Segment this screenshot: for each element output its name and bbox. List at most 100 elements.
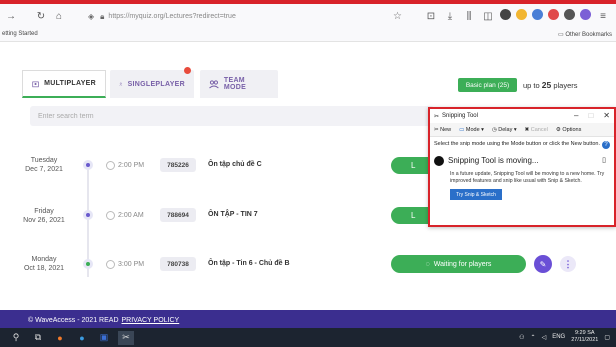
word-icon[interactable]: ▣	[96, 331, 112, 345]
close-icon[interactable]: ✕	[603, 111, 610, 120]
loading-icon: ◌	[425, 260, 430, 268]
extension-purple-icon[interactable]	[580, 9, 591, 20]
reload-icon[interactable]: ↻	[34, 9, 48, 23]
windows-taskbar: ⚲ ⧉ ● ● ▣ ✂ ⚇ ⌃ ◁ ENG 9:29 SA 27/11/2021…	[0, 328, 616, 347]
mode-button[interactable]: ▭ Mode ▾	[459, 127, 484, 133]
download-icon[interactable]: ⤓	[443, 9, 457, 23]
clock-icon	[106, 260, 115, 269]
people-icon[interactable]: ⚇	[519, 334, 524, 341]
session-title: Ôn tập chủ đề C	[208, 161, 262, 168]
team-icon	[209, 80, 219, 89]
tab-multiplayer-label: MULTIPLAYER	[44, 80, 96, 87]
tab-multiplayer[interactable]: MULTIPLAYER	[22, 70, 106, 98]
session-day: Friday	[34, 208, 54, 215]
bookmark-star-icon[interactable]: ☆	[393, 11, 402, 22]
task-view-icon[interactable]: ⧉	[30, 331, 46, 345]
session-date: Monday Oct 18, 2021	[20, 255, 68, 273]
session-time: 3:00 PM	[106, 260, 144, 269]
footer-copyright: © WaveAccess - 2021	[28, 316, 98, 324]
tab-team-mode-label: TEAM MODE	[223, 77, 247, 91]
try-snip-sketch-button[interactable]: Try Snip & Sketch	[450, 189, 502, 200]
clock-date: 27/11/2021	[571, 337, 599, 343]
tab-team-mode[interactable]: TEAM MODE	[200, 70, 278, 98]
minimize-icon[interactable]: –	[574, 111, 578, 120]
timeline-node	[83, 210, 93, 220]
sidebar-icon[interactable]: ◫	[481, 9, 495, 23]
firefox-icon[interactable]: ●	[52, 331, 68, 345]
shield-icon: ◈	[88, 12, 95, 21]
language-indicator[interactable]: ENG	[552, 334, 565, 340]
session-time: 2:00 PM	[106, 161, 144, 170]
more-vertical-icon: ⋮	[563, 258, 573, 269]
back-arrow-icon[interactable]: →	[4, 9, 18, 23]
url-text: https://myquiz.org/Lectures?redirect=tru…	[108, 13, 236, 20]
system-clock[interactable]: 9:29 SA 27/11/2021	[571, 330, 598, 344]
moving-notice: Snipping Tool is moving... ▯	[434, 156, 610, 166]
snip-sketch-logo-icon	[434, 156, 444, 166]
snipping-toolbar: ✂ New ▭ Mode ▾ ◷ Delay ▾ ✖ Cancel ⚙ Opti…	[430, 123, 614, 137]
address-bar[interactable]: ◈ 🔒︎ https://myquiz.org/Lectures?redirec…	[88, 9, 410, 24]
extension-settings-icon[interactable]	[564, 9, 575, 20]
help-icon[interactable]: ?	[602, 141, 610, 149]
pocket-icon[interactable]: ⊡	[424, 9, 438, 23]
extension-blue-icon[interactable]	[532, 9, 543, 20]
cancel-label: Cancel	[530, 126, 548, 133]
cancel-button[interactable]: ✖ Cancel	[525, 127, 548, 133]
launch-button[interactable]: L	[391, 207, 433, 224]
plan-description: up to 25 players	[523, 80, 578, 90]
timeline-node	[83, 259, 93, 269]
bookmark-getting-started[interactable]: etting Started	[2, 31, 38, 37]
snipping-title: Snipping Tool	[442, 113, 478, 119]
other-bookmarks[interactable]: ▭ Other Bookmarks	[558, 31, 612, 38]
menu-icon[interactable]: ≡	[596, 9, 610, 23]
edge-icon[interactable]: ●	[74, 331, 90, 345]
more-options-button[interactable]: ⋮	[560, 256, 576, 272]
scissors-icon: ✂	[434, 113, 440, 120]
mode-label: Mode	[465, 126, 480, 133]
maximize-icon[interactable]: □	[588, 111, 593, 120]
plan-text-prefix: up to	[523, 81, 540, 90]
browser-toolbar: → ↻ ⌂ ◈ 🔒︎ https://myquiz.org/Lectures?r…	[0, 4, 616, 28]
session-day: Tuesday	[30, 157, 58, 164]
new-snip-button[interactable]: ✂ New	[434, 127, 451, 133]
volume-icon[interactable]: ◁	[542, 334, 547, 341]
mode-icon: ▭	[459, 126, 465, 133]
session-time-value: 2:00 PM	[118, 162, 145, 169]
session-date: Friday Nov 26, 2021	[20, 207, 68, 225]
search-input[interactable]	[30, 106, 434, 126]
session-row: Monday Oct 18, 2021 3:00 PM 780738 Ôn tậ…	[0, 255, 616, 283]
home-icon[interactable]: ⌂	[52, 9, 66, 23]
singleplayer-icon	[119, 82, 123, 86]
edit-button[interactable]: ✎	[534, 255, 552, 273]
snipping-tool-taskbar-icon[interactable]: ✂	[118, 330, 134, 345]
delay-button[interactable]: ◷ Delay ▾	[492, 127, 517, 133]
session-time: 2:00 AM	[106, 211, 144, 220]
tab-singleplayer[interactable]: SINGLEPLAYER	[110, 67, 194, 98]
waiting-for-players-button[interactable]: ◌ Waiting for players	[391, 255, 526, 273]
plan-text-suffix: players	[553, 81, 578, 90]
waiting-label: Waiting for players	[433, 260, 492, 268]
dismiss-notice-icon[interactable]: ▯	[602, 156, 606, 164]
clock-time: 9:29 SA	[574, 330, 595, 336]
session-title: ÔN TẬP - TIN 7	[208, 211, 258, 218]
session-code: 785226	[160, 158, 196, 172]
search-icon[interactable]: ⚲	[8, 331, 24, 345]
extension-yellow-icon[interactable]	[516, 9, 527, 20]
basic-plan-button[interactable]: Basic plan (25)	[458, 78, 517, 92]
snipping-tool-window: ✂ Snipping Tool – □ ✕ ✂ New ▭ Mode ▾ ◷ D…	[428, 107, 616, 227]
other-bookmarks-label: Other Bookmarks	[565, 32, 612, 38]
tray-chevron-icon[interactable]: ⌃	[531, 334, 536, 341]
library-icon[interactable]: ⫼	[462, 9, 476, 23]
privacy-policy-link[interactable]: PRIVACY POLICY	[122, 317, 180, 324]
extension-red-icon[interactable]	[548, 9, 559, 20]
clock-icon	[106, 161, 115, 170]
instructions-text: Select the snip mode using the Mode butt…	[434, 141, 601, 147]
notification-icon[interactable]: ▢	[604, 334, 610, 341]
extension-dark-icon[interactable]	[500, 9, 511, 20]
options-button[interactable]: ⚙ Options	[556, 127, 581, 133]
session-date-value: Dec 7, 2021	[25, 166, 63, 173]
snipping-instructions: Select the snip mode using the Mode butt…	[430, 137, 614, 149]
delay-label: Delay	[498, 126, 513, 133]
bookmarks-bar: etting Started ▭ Other Bookmarks	[0, 28, 616, 42]
launch-button[interactable]: L	[391, 157, 433, 174]
